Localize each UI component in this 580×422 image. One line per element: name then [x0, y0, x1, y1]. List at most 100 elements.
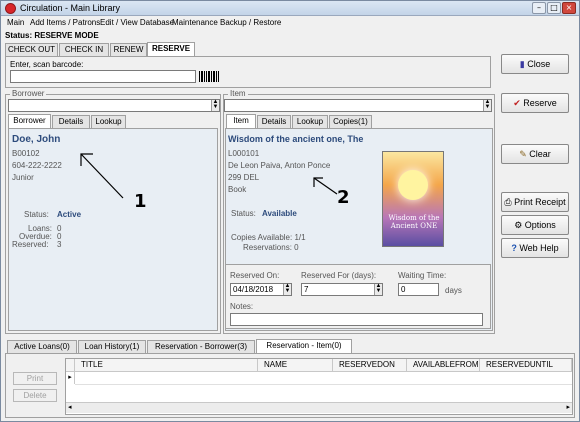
scan-label: Enter, scan barcode: — [10, 60, 84, 69]
status-mode-text: Status: RESERVE MODE — [5, 31, 99, 40]
waiting-time-unit: days — [445, 286, 462, 295]
tab-borrower[interactable]: Borrower — [8, 114, 51, 128]
row-selector-icon[interactable]: ▸ — [66, 372, 75, 384]
borrower-status-value: Active — [57, 210, 82, 219]
barcode-icon[interactable] — [199, 71, 219, 82]
reserved-on-field[interactable]: 04/18/2018 ▲ ▼ — [230, 283, 292, 296]
tab-renew[interactable]: RENEW — [110, 43, 147, 56]
notes-label: Notes: — [230, 302, 254, 311]
column-availablefrom[interactable]: AVAILABLEFROM — [407, 359, 480, 372]
item-call-number: 299 DEL — [228, 173, 260, 182]
borrower-phone: 604-222-2222 — [12, 161, 62, 170]
item-author: De Leon Paiva, Anton Ponce — [228, 161, 331, 170]
grid-new-row[interactable] — [75, 372, 572, 385]
waiting-time-field[interactable]: 0 — [398, 283, 439, 296]
item-type: Book — [228, 185, 247, 194]
scroll-right-icon[interactable]: ▸ — [566, 403, 570, 411]
print-receipt-label: Print Receipt — [514, 197, 566, 207]
annotation-label-2: 2 — [337, 187, 350, 208]
tab-item-lookup[interactable]: Lookup — [292, 115, 328, 128]
barcode-input[interactable] — [10, 70, 196, 83]
options-button-label: Options — [524, 220, 556, 230]
borrower-select-spin[interactable]: ▲ ▼ — [211, 99, 219, 111]
tab-active-loans[interactable]: Active Loans(0) — [7, 340, 77, 353]
tab-reservation-borrower[interactable]: Reservation - Borrower(3) — [147, 340, 255, 353]
copies-available: Copies Available: 1/1 — [231, 233, 306, 242]
reserved-for-field[interactable]: 7 ▲ ▼ — [301, 283, 383, 296]
tab-borrower-details[interactable]: Details — [52, 115, 90, 128]
reserved-for-label: Reserved For (days): — [301, 271, 377, 280]
grid-corner — [66, 359, 75, 372]
options-button[interactable]: ⚙ Options — [501, 215, 569, 235]
web-help-label: Web Help — [519, 243, 559, 253]
clear-button-label: Clear — [529, 149, 551, 159]
close-window-button[interactable]: × — [562, 2, 576, 14]
print-receipt-button[interactable]: ⎙ Print Receipt — [501, 192, 569, 212]
window-title: Circulation - Main Library — [20, 3, 121, 13]
item-status-label: Status: — [231, 209, 256, 218]
close-button[interactable]: ▮ Close — [501, 54, 569, 74]
column-title[interactable]: TITLE — [75, 359, 258, 372]
item-group-label: Item — [228, 89, 248, 98]
menu-backup-restore[interactable]: Backup / Restore — [220, 18, 281, 27]
scroll-left-icon[interactable]: ◂ — [68, 403, 72, 411]
item-select[interactable]: ▲ ▼ — [224, 99, 492, 112]
item-title: Wisdom of the ancient one, The — [228, 134, 364, 144]
menu-bar: Main Add Items / Patrons Edit / View Dat… — [1, 17, 579, 30]
menu-main[interactable]: Main — [7, 18, 24, 27]
checkmark-icon: ✔ — [513, 98, 524, 108]
borrower-type: Junior — [12, 173, 34, 182]
maximize-button[interactable]: □ — [547, 2, 561, 14]
menu-add-items-patrons[interactable]: Add Items / Patrons — [30, 18, 100, 27]
borrower-id: B00102 — [12, 149, 40, 158]
app-icon — [5, 3, 16, 14]
reserve-button[interactable]: ✔ Reserve — [501, 93, 569, 113]
clear-button[interactable]: ✎ Clear — [501, 144, 569, 164]
item-id: L000101 — [228, 149, 260, 158]
reservation-details-panel: Reserved On: 04/18/2018 ▲ ▼ Reserved For … — [225, 264, 491, 329]
web-help-button[interactable]: ? Web Help — [501, 238, 569, 258]
column-reservedon[interactable]: RESERVEDON — [333, 359, 407, 372]
reserved-for-value: 7 — [304, 285, 309, 294]
close-button-label: Close — [527, 59, 551, 69]
reserve-button-label: Reserve — [523, 98, 557, 108]
menu-edit-view-database[interactable]: Edit / View Database — [100, 18, 174, 27]
borrower-group-label: Borrower — [10, 89, 47, 98]
tab-item-details[interactable]: Details — [257, 115, 291, 128]
column-reserveduntil[interactable]: RESERVEDUNTIL — [480, 359, 572, 372]
menu-maintenance[interactable]: Maintenance — [172, 18, 218, 27]
minimize-button[interactable]: – — [532, 2, 546, 14]
tab-item[interactable]: Item — [226, 114, 256, 128]
tab-loan-history[interactable]: Loan History(1) — [78, 340, 146, 353]
reserved-for-spin[interactable]: ▲ ▼ — [374, 283, 382, 295]
annotation-arrow-1 — [80, 153, 124, 199]
title-bar: Circulation - Main Library – □ × — [1, 1, 579, 16]
main-window: Circulation - Main Library – □ × Main Ad… — [0, 0, 580, 422]
grid-horizontal-scrollbar[interactable]: ◂ ▸ — [66, 402, 572, 413]
column-name[interactable]: NAME — [258, 359, 333, 372]
item-status-value: Available — [262, 209, 297, 218]
reserved-on-label: Reserved On: — [230, 271, 280, 280]
tab-borrower-lookup[interactable]: Lookup — [91, 115, 126, 128]
tab-check-out[interactable]: CHECK OUT — [5, 43, 58, 56]
borrower-select[interactable]: ▲ ▼ — [8, 99, 220, 112]
print-button[interactable]: Print — [13, 372, 57, 385]
reserved-on-spin[interactable]: ▲ ▼ — [283, 283, 291, 295]
tab-reserve[interactable]: RESERVE — [147, 42, 195, 56]
reserved-label: Reserved: — [12, 240, 49, 249]
reservations-count: Reservations: 0 — [243, 243, 299, 252]
book-cover-title: Wisdom of the Ancient ONE — [388, 214, 440, 230]
item-select-spin[interactable]: ▲ ▼ — [483, 99, 491, 111]
borrower-name: Doe, John — [12, 134, 61, 145]
waiting-time-label: Waiting Time: — [398, 271, 447, 280]
sun-graphic — [398, 170, 428, 200]
reserved-on-value: 04/18/2018 — [233, 285, 274, 294]
gear-icon: ⚙ — [514, 220, 525, 230]
notes-field[interactable] — [230, 313, 483, 326]
eraser-icon: ✎ — [519, 149, 530, 159]
tab-reservation-item[interactable]: Reservation - Item(0) — [256, 339, 352, 353]
tab-check-in[interactable]: CHECK IN — [59, 43, 109, 56]
borrower-status-label: Status: — [24, 210, 49, 219]
tab-item-copies[interactable]: Copies(1) — [329, 115, 372, 128]
delete-button[interactable]: Delete — [13, 389, 57, 402]
